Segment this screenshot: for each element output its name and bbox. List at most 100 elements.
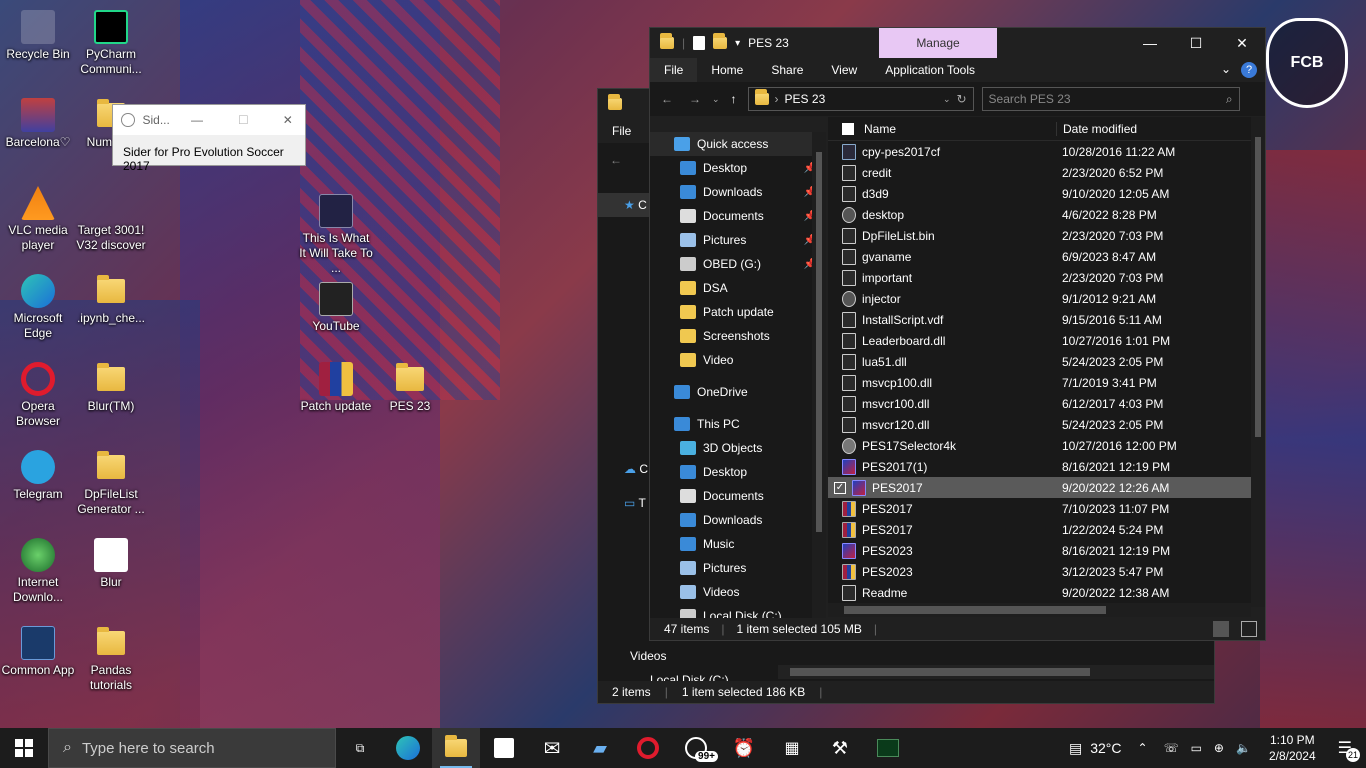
horizontal-scrollbar[interactable]: [778, 665, 1214, 679]
nav-item-videos[interactable]: Videos: [650, 580, 826, 604]
new-folder-icon[interactable]: [713, 33, 728, 49]
alarm-taskbar-button[interactable]: ⏰: [720, 728, 768, 768]
tab-application-tools[interactable]: Application Tools: [871, 58, 989, 82]
file-row[interactable]: lua51.dll 5/24/2023 2:05 PM: [828, 351, 1265, 372]
desktop-icon-dpfilelist-generator[interactable]: DpFileList Generator ...: [73, 450, 149, 517]
nav-item-documents[interactable]: Documents: [650, 484, 826, 508]
nav-item-obed-g[interactable]: OBED (G:) 📌: [650, 252, 826, 276]
desktop-icon-this-is-what-it-will-take-to[interactable]: This Is What It Will Take To ...: [298, 194, 374, 276]
desktop-icon-recycle-bin[interactable]: Recycle Bin: [0, 10, 76, 62]
nav-item-downloads[interactable]: Downloads 📌: [650, 180, 826, 204]
nav-item-local-disk-c[interactable]: Local Disk (C:): [650, 604, 826, 618]
file-row[interactable]: desktop 4/6/2022 8:28 PM: [828, 204, 1265, 225]
explorer-window[interactable]: | ▾ PES 23 Manage — ☐ ✕ File Home Share …: [649, 27, 1266, 641]
nav-item-quick-access[interactable]: Quick access: [650, 132, 826, 156]
desktop-icon-vlc-media-player[interactable]: VLC media player: [0, 186, 76, 253]
nav-scrollbar[interactable]: [812, 132, 826, 618]
desktop-icon-internet-downlo[interactable]: Internet Downlo...: [0, 538, 76, 605]
notification-center-button[interactable]: ☰ 21: [1328, 738, 1366, 762]
desktop-icon-pycharm-communi[interactable]: PyCharm Communi...: [73, 10, 149, 77]
terminal-taskbar-button[interactable]: [864, 728, 912, 768]
file-row[interactable]: PES2017 7/10/2023 11:07 PM: [828, 498, 1265, 519]
tab-file[interactable]: File: [598, 119, 645, 143]
properties-icon[interactable]: [693, 36, 706, 50]
laptop-taskbar-button[interactable]: ▰: [576, 728, 624, 768]
start-button[interactable]: [0, 728, 48, 768]
chevron-up-icon[interactable]: ⌃: [1128, 741, 1158, 755]
file-row[interactable]: DpFileList.bin 2/23/2020 7:03 PM: [828, 225, 1265, 246]
close-icon[interactable]: ✕: [1219, 28, 1265, 58]
taskbar-search[interactable]: ⌕ Type here to search: [48, 728, 336, 768]
file-row[interactable]: ✓ PES2017 9/20/2022 12:26 AM: [828, 477, 1265, 498]
file-row[interactable]: msvcr120.dll 5/24/2023 2:05 PM: [828, 414, 1265, 435]
desktop-icon-opera-browser[interactable]: Opera Browser: [0, 362, 76, 429]
file-row[interactable]: credit 2/23/2020 6:52 PM: [828, 162, 1265, 183]
nav-item-dsa[interactable]: DSA: [650, 276, 826, 300]
nav-item-videos[interactable]: Videos: [598, 644, 778, 668]
row-checkbox[interactable]: ✓: [834, 481, 846, 494]
nav-item-pictures[interactable]: Pictures 📌: [650, 228, 826, 252]
edge-taskbar-button[interactable]: [384, 728, 432, 768]
mail-taskbar-button[interactable]: ✉: [528, 728, 576, 768]
file-row[interactable]: important 2/23/2020 7:03 PM: [828, 267, 1265, 288]
nav-item-onedrive[interactable]: OneDrive: [650, 380, 826, 404]
file-row[interactable]: PES2017 1/22/2024 5:24 PM: [828, 519, 1265, 540]
nav-item-music[interactable]: Music: [650, 532, 826, 556]
desktop-icon-youtube[interactable]: YouTube: [298, 282, 374, 334]
meet-now-icon[interactable]: ☏: [1158, 741, 1185, 755]
tools-taskbar-button[interactable]: ⚒: [816, 728, 864, 768]
refresh-icon[interactable]: ↻: [956, 92, 966, 106]
details-view-icon[interactable]: [1213, 621, 1229, 637]
desktop-icon-microsoft-edge[interactable]: Microsoft Edge: [0, 274, 76, 341]
file-row[interactable]: PES2023 8/16/2021 12:19 PM: [828, 540, 1265, 561]
file-row[interactable]: msvcr100.dll 6/12/2017 4:03 PM: [828, 393, 1265, 414]
large-icons-view-icon[interactable]: [1241, 621, 1257, 637]
nav-item-patch-update[interactable]: Patch update: [650, 300, 826, 324]
desktop-icon-pes-23[interactable]: PES 23: [372, 362, 448, 414]
nav-item-desktop[interactable]: Desktop: [650, 460, 826, 484]
column-name[interactable]: Name: [864, 122, 896, 136]
maximize-icon[interactable]: ☐: [1173, 28, 1219, 58]
file-row[interactable]: msvcp100.dll 7/1/2019 3:41 PM: [828, 372, 1265, 393]
battery-icon[interactable]: ▭: [1185, 741, 1208, 755]
desktop-icon-telegram[interactable]: Telegram: [0, 450, 76, 502]
desktop-icon-common-app[interactable]: Common App: [0, 626, 76, 678]
desktop-icon-barcelona[interactable]: Barcelona♡: [0, 98, 76, 150]
file-row[interactable]: PES2023 3/12/2023 5:47 PM: [828, 561, 1265, 582]
file-row[interactable]: PES17Selector4k 10/27/2016 12:00 PM: [828, 435, 1265, 456]
desktop-icon-pandas-tutorials[interactable]: Pandas tutorials: [73, 626, 149, 693]
tab-home[interactable]: Home: [697, 58, 757, 82]
file-row[interactable]: injector 9/1/2012 9:21 AM: [828, 288, 1265, 309]
nav-item-documents[interactable]: Documents 📌: [650, 204, 826, 228]
file-row[interactable]: Leaderboard.dll 10/27/2016 1:01 PM: [828, 330, 1265, 351]
desktop-icon-target-3001-v32-discover[interactable]: Target 3001! V32 discover: [73, 186, 149, 253]
search-input[interactable]: Search PES 23: [989, 92, 1220, 106]
nav-item-this-pc[interactable]: This PC: [650, 412, 826, 436]
file-row[interactable]: Readme 9/20/2022 12:38 AM: [828, 582, 1265, 603]
search-input[interactable]: Type here to search: [82, 740, 215, 757]
address-bar[interactable]: › PES 23 ⌄ ↻: [747, 87, 974, 111]
close-icon[interactable]: ✕: [271, 113, 306, 127]
weather-widget[interactable]: ▤ 32°C: [1063, 740, 1128, 757]
back-arrow-icon[interactable]: ←: [610, 153, 622, 167]
chevron-down-icon[interactable]: ⌄: [712, 94, 720, 105]
minimize-icon[interactable]: —: [1127, 28, 1173, 58]
nav-item-pictures[interactable]: Pictures: [650, 556, 826, 580]
file-row[interactable]: d3d9 9/10/2020 12:05 AM: [828, 183, 1265, 204]
tab-share[interactable]: Share: [757, 58, 817, 82]
file-row[interactable]: cpy-pes2017cf 10/28/2016 11:22 AM: [828, 141, 1265, 162]
file-row[interactable]: gvaname 6/9/2023 8:47 AM: [828, 246, 1265, 267]
nav-item-desktop[interactable]: Desktop 📌: [650, 156, 826, 180]
network-icon[interactable]: ⊕: [1208, 741, 1230, 755]
file-scrollbar[interactable]: [1251, 117, 1265, 607]
nav-item-3d-objects[interactable]: 3D Objects: [650, 436, 826, 460]
tab-file[interactable]: File: [650, 58, 698, 82]
task-view-button[interactable]: ⧉: [336, 728, 384, 768]
nav-item-screenshots[interactable]: Screenshots: [650, 324, 826, 348]
maximize-icon[interactable]: ☐: [224, 113, 262, 127]
nav-item-video[interactable]: Video: [650, 348, 826, 372]
select-all-checkbox[interactable]: [842, 122, 854, 135]
help-icon[interactable]: ?: [1241, 62, 1257, 78]
up-arrow-icon[interactable]: ↑: [726, 92, 742, 106]
monitor-taskbar-button[interactable]: ▦: [768, 728, 816, 768]
